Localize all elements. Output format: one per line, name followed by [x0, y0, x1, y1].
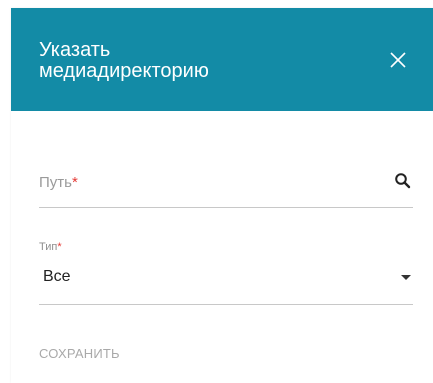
path-underline	[39, 207, 413, 208]
search-icon	[395, 173, 411, 189]
media-directory-dialog: Указать медиадиректорию Путь* Тип* Все С…	[11, 8, 433, 383]
close-icon	[390, 52, 406, 68]
type-select[interactable]: Тип* Все	[39, 241, 413, 305]
path-placeholder: Путь	[39, 174, 72, 191]
type-underline	[39, 304, 413, 305]
close-button[interactable]	[386, 48, 410, 72]
path-required-mark: *	[71, 174, 78, 191]
type-required-mark: *	[57, 241, 62, 253]
type-selected-value: Все	[43, 268, 71, 285]
path-field[interactable]: Путь*	[39, 168, 413, 208]
save-button[interactable]: СОХРАНИТЬ	[39, 346, 120, 361]
type-label-text: Тип	[39, 241, 58, 253]
dialog-title: Указать медиадиректорию	[39, 39, 209, 82]
type-label: Тип*	[39, 241, 62, 253]
path-input[interactable]: Путь*	[39, 174, 78, 191]
dialog-header: Указать медиадиректорию	[11, 8, 433, 111]
chevron-down-icon[interactable]	[401, 275, 411, 280]
search-button[interactable]	[393, 171, 413, 191]
